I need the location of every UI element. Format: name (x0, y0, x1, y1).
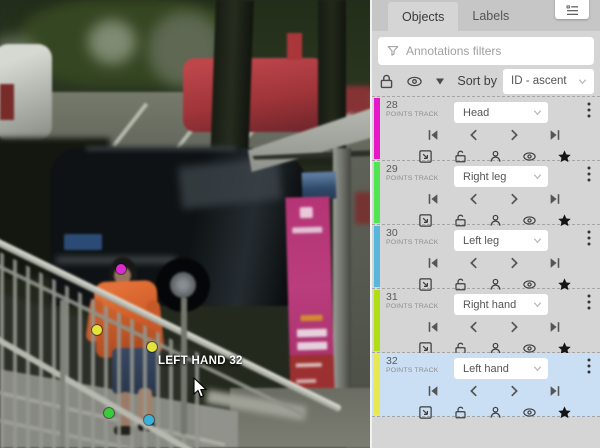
prev-keyframe-button[interactable] (467, 128, 481, 142)
last-keyframe-button[interactable] (548, 128, 562, 142)
object-id: 31 (386, 292, 439, 303)
lock-all-icon[interactable] (378, 73, 395, 90)
prev-keyframe-button[interactable] (467, 192, 481, 206)
hidden-property-eye-icon[interactable] (522, 405, 537, 420)
pink-ad-panel (285, 196, 334, 398)
next-keyframe-button[interactable] (507, 320, 521, 334)
prev-keyframe-button[interactable] (467, 320, 481, 334)
blue-sign (302, 171, 337, 199)
video-frame-canvas[interactable]: LEFT HAND 32 (0, 0, 372, 448)
next-keyframe-button[interactable] (507, 256, 521, 270)
sidebar-tabbar: Objects Labels (372, 0, 600, 31)
list-icon (566, 5, 579, 16)
annotation-tooltip-label: LEFT HAND 32 (158, 355, 243, 367)
label-select[interactable]: Right hand (454, 294, 548, 315)
annotations-filter (378, 37, 594, 65)
object-menu-icon[interactable] (582, 357, 596, 375)
object-menu-icon[interactable] (582, 165, 596, 183)
prev-keyframe-button[interactable] (467, 256, 481, 270)
global-controls-row: Sort by ID - ascent (378, 68, 594, 94)
keypoint-dot[interactable] (92, 325, 102, 335)
object-menu-icon[interactable] (582, 293, 596, 311)
object-type: POINTS TRACK (386, 175, 439, 182)
appearance-menu-button[interactable] (555, 0, 589, 19)
hide-all-eye-icon[interactable] (406, 73, 423, 90)
keyframe-star-icon[interactable] (557, 405, 572, 420)
red-car (183, 58, 325, 132)
label-color-strip (374, 98, 380, 159)
expand-caret-icon[interactable] (434, 75, 446, 87)
label-select[interactable]: Right leg (454, 166, 548, 187)
first-keyframe-button[interactable] (426, 128, 440, 142)
sort-select[interactable]: ID - ascent (503, 69, 594, 94)
object-row[interactable]: 28 POINTS TRACK Head (372, 97, 600, 161)
object-row[interactable]: 32 POINTS TRACK Left hand (372, 353, 600, 417)
first-keyframe-button[interactable] (426, 320, 440, 334)
mouse-cursor (192, 377, 208, 399)
outside-property-icon[interactable] (418, 405, 433, 420)
object-type: POINTS TRACK (386, 239, 439, 246)
tab-labels[interactable]: Labels (458, 0, 523, 31)
cvat-annotation-app: LEFT HAND 32 Objects Labels (0, 0, 600, 448)
first-keyframe-button[interactable] (426, 256, 440, 270)
objects-list: 28 POINTS TRACK Head (372, 96, 600, 417)
object-row[interactable]: 29 POINTS TRACK Right leg (372, 161, 600, 225)
prev-keyframe-button[interactable] (467, 384, 481, 398)
object-type: POINTS TRACK (386, 303, 439, 310)
keypoint-dot[interactable] (116, 264, 126, 274)
next-keyframe-button[interactable] (507, 384, 521, 398)
object-id: 32 (386, 356, 439, 367)
filter-funnel-icon (386, 44, 400, 58)
lock-property-icon[interactable] (453, 405, 468, 420)
last-keyframe-button[interactable] (548, 256, 562, 270)
chevron-down-icon (532, 107, 543, 118)
object-type: POINTS TRACK (386, 111, 439, 118)
occluded-property-icon[interactable] (488, 405, 503, 420)
object-menu-icon[interactable] (582, 101, 596, 119)
object-type: POINTS TRACK (386, 367, 439, 374)
keypoint-dot[interactable] (144, 415, 154, 425)
object-id: 28 (386, 100, 439, 111)
label-select[interactable]: Left hand (454, 358, 548, 379)
object-row[interactable]: 30 POINTS TRACK Left leg (372, 225, 600, 289)
first-keyframe-button[interactable] (426, 384, 440, 398)
chevron-down-icon (532, 299, 543, 310)
tree-trunk (210, 0, 254, 163)
surveillance-photo (0, 0, 372, 448)
label-color-strip (374, 290, 380, 351)
object-id: 29 (386, 164, 439, 175)
tab-objects[interactable]: Objects (388, 2, 458, 31)
next-keyframe-button[interactable] (507, 192, 521, 206)
object-id: 30 (386, 228, 439, 239)
object-menu-icon[interactable] (582, 229, 596, 247)
chevron-down-icon (532, 235, 543, 246)
last-keyframe-button[interactable] (548, 384, 562, 398)
label-color-strip (374, 162, 380, 223)
annotations-filter-input[interactable] (378, 37, 594, 65)
label-color-strip (374, 226, 380, 287)
last-keyframe-button[interactable] (548, 320, 562, 334)
label-color-strip (374, 354, 380, 415)
keypoint-dot[interactable] (104, 408, 114, 418)
first-keyframe-button[interactable] (426, 192, 440, 206)
chevron-down-icon (532, 171, 543, 182)
last-keyframe-button[interactable] (548, 192, 562, 206)
label-select[interactable]: Left leg (454, 230, 548, 251)
objects-sidebar: Objects Labels (372, 0, 600, 448)
object-row[interactable]: 31 POINTS TRACK Right hand (372, 289, 600, 353)
chevron-down-icon (577, 76, 588, 87)
next-keyframe-button[interactable] (507, 128, 521, 142)
chevron-down-icon (532, 363, 543, 374)
keypoint-dot[interactable] (147, 342, 157, 352)
label-select[interactable]: Head (454, 102, 548, 123)
sort-by-label: Sort by (457, 74, 497, 88)
